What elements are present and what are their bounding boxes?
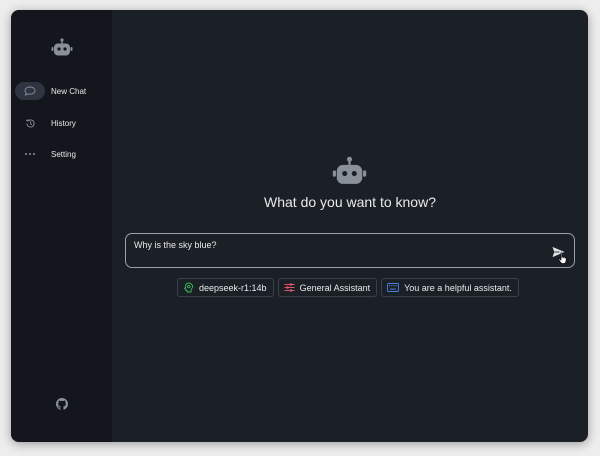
sidebar-item-label: History [51, 118, 76, 128]
mouse-pointer-icon [558, 252, 567, 264]
sidebar-item-label: Setting [51, 149, 76, 159]
main-panel: What do you want to know? deepseek-r1:14… [112, 10, 588, 442]
chip-label: You are a helpful assistant. [404, 282, 512, 293]
brain-icon [183, 282, 193, 293]
github-icon[interactable] [56, 398, 68, 410]
sidebar-item-setting[interactable]: Setting [15, 145, 108, 163]
prompt-input-container [125, 233, 575, 268]
model-chip[interactable]: deepseek-r1:14b [177, 278, 274, 297]
system-prompt-chip[interactable]: You are a helpful assistant. [381, 278, 519, 297]
assistant-chip[interactable]: General Assistant [277, 278, 378, 297]
more-dots-icon [15, 145, 45, 163]
sidebar-item-new-chat[interactable]: New Chat [15, 82, 108, 100]
page-title: What do you want to know? [264, 194, 436, 210]
sidebar-item-label: New Chat [51, 86, 87, 96]
robot-logo-icon [51, 38, 73, 56]
app-window: New Chat History Setting What do you wan… [11, 10, 588, 442]
history-icon [15, 114, 45, 132]
robot-logo-icon [332, 156, 367, 184]
chip-label: deepseek-r1:14b [199, 282, 267, 293]
sidebar: New Chat History Setting [11, 10, 112, 442]
sliders-icon [284, 283, 295, 292]
chip-row: deepseek-r1:14b General Assistant You ar… [177, 278, 519, 297]
chat-bubble-icon [15, 82, 45, 100]
prompt-input[interactable] [134, 240, 534, 250]
keyboard-icon [387, 283, 400, 292]
sidebar-item-history[interactable]: History [15, 114, 108, 132]
chip-label: General Assistant [299, 282, 371, 293]
